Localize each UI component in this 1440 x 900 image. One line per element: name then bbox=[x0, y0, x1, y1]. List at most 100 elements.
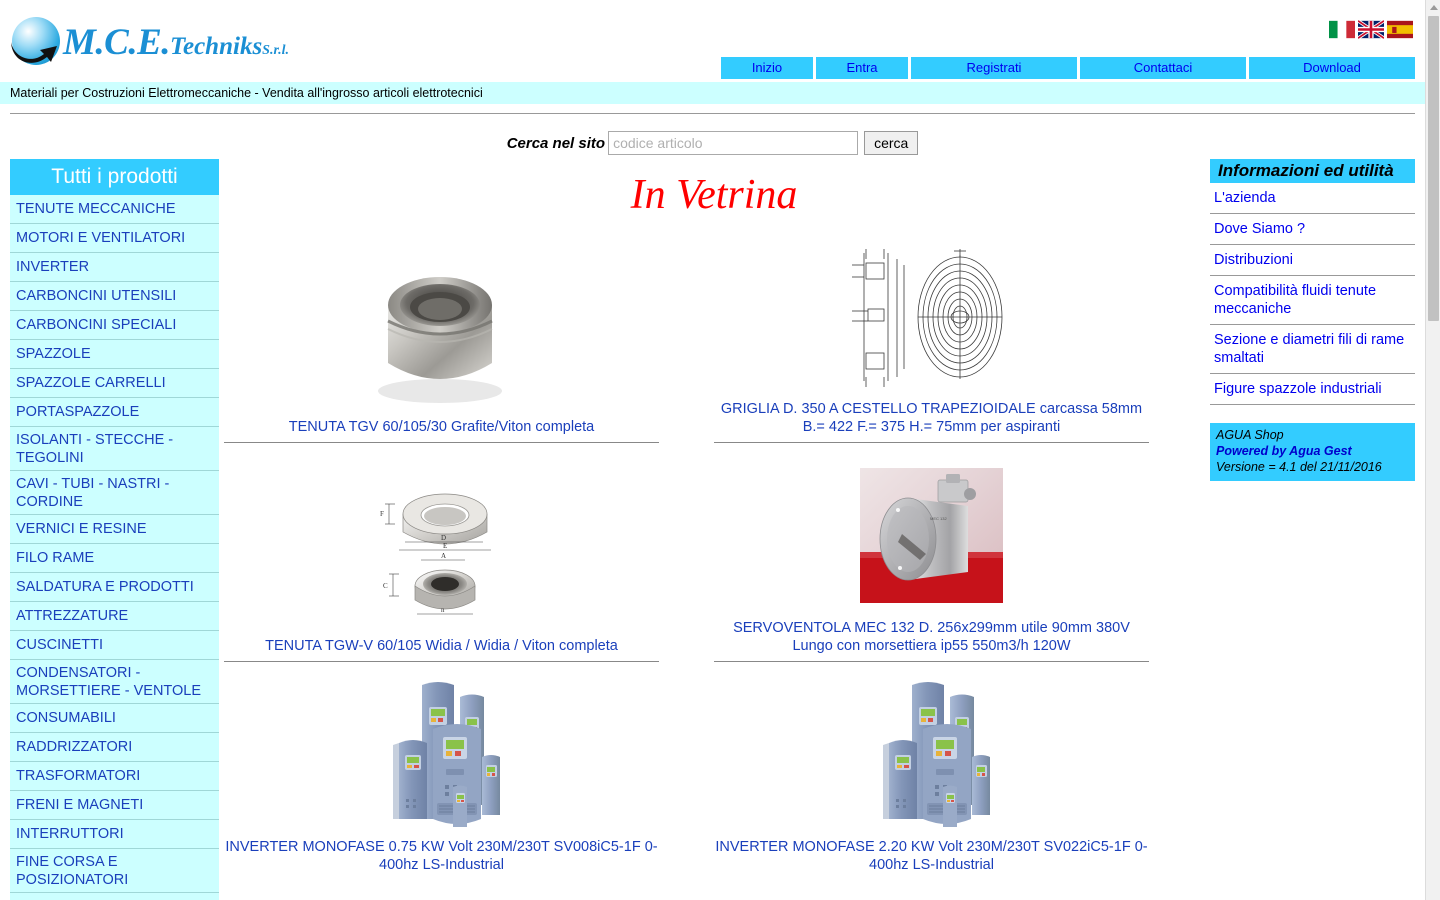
sidebar-item-spazzole-carrelli[interactable]: SPAZZOLE CARRELLI bbox=[10, 369, 219, 398]
product-caption[interactable]: TENUTA TGV 60/105/30 Grafite/Viton compl… bbox=[224, 414, 659, 436]
agua-powered-by: Powered by Agua Gest bbox=[1216, 444, 1352, 458]
sidebar-item-cuscinetti[interactable]: CUSCINETTI bbox=[10, 631, 219, 660]
product-grid: TENUTA TGV 60/105/30 Grafite/Viton compl… bbox=[224, 236, 1204, 878]
agua-version: Versione = 4.1 del 21/11/2016 bbox=[1216, 460, 1382, 474]
language-flags bbox=[1329, 20, 1413, 39]
product-card[interactable]: F D E A C n TENUTA TGW-V 60/105 Widia / … bbox=[224, 455, 659, 659]
logo-wordmark: M.C.E.TechniksS.r.l. bbox=[63, 24, 289, 61]
row-divider bbox=[224, 440, 1204, 443]
product-caption[interactable]: GRIGLIA D. 350 A CESTELLO TRAPEZIOIDALE … bbox=[714, 396, 1149, 436]
product-caption[interactable]: TENUTA TGW-V 60/105 Widia / Widia / Vito… bbox=[224, 633, 659, 655]
product-image[interactable]: MEC 132 bbox=[714, 455, 1149, 615]
svg-text:E: E bbox=[443, 542, 447, 550]
search-label: Cerca nel sito bbox=[506, 134, 606, 152]
nav-item-inizio[interactable]: Inizio bbox=[721, 57, 813, 79]
product-card[interactable]: GRIGLIA D. 350 A CESTELLO TRAPEZIOIDALE … bbox=[714, 236, 1149, 440]
product-row: INVERTER MONOFASE 0.75 KW Volt 230M/230T… bbox=[224, 674, 1204, 878]
sidebar-item-consumabili[interactable]: CONSUMABILI bbox=[10, 704, 219, 733]
main-navigation: Inizio Entra Registrati Contattaci Downl… bbox=[721, 57, 1415, 79]
sidebar-item-motori-e-ventilatori[interactable]: MOTORI E VENTILATORI bbox=[10, 224, 219, 253]
products-sidebar: Tutti i prodotti TENUTE MECCANICHE MOTOR… bbox=[10, 159, 219, 900]
nav-item-registrati[interactable]: Registrati bbox=[911, 57, 1077, 79]
sidebar-item-isolanti-stecche-tegolini[interactable]: ISOLANTI - STECCHE - TEGOLINI bbox=[10, 427, 219, 471]
svg-text:D: D bbox=[441, 534, 446, 542]
product-card[interactable]: MEC 132 SERVOVENTOLA MEC 132 D. 256x299m… bbox=[714, 455, 1149, 659]
product-image[interactable] bbox=[224, 674, 659, 834]
sidebar-item-saldatura-e-prodotti[interactable]: SALDATURA E PRODOTTI bbox=[10, 573, 219, 602]
search-bar: Cerca nel sito cerca bbox=[0, 127, 1425, 159]
agua-shop-badge: AGUA Shop Powered by Agua Gest Versione … bbox=[1210, 423, 1415, 481]
svg-text:C: C bbox=[383, 582, 388, 590]
sidebar-item-tenute-meccaniche[interactable]: TENUTE MECCANICHE bbox=[10, 195, 219, 224]
sidebar-item-raddrizzatori[interactable]: RADDRIZZATORI bbox=[10, 733, 219, 762]
product-card[interactable]: INVERTER MONOFASE 0.75 KW Volt 230M/230T… bbox=[224, 674, 659, 878]
info-item-compatibilita-fluidi[interactable]: Compatibilità fluidi tenute meccaniche bbox=[1210, 276, 1415, 325]
search-button[interactable]: cerca bbox=[864, 131, 919, 155]
sidebar-item-inverter[interactable]: INVERTER bbox=[10, 253, 219, 282]
servo-fan-photo-icon: MEC 132 bbox=[860, 467, 1003, 603]
showcase-column: In Vetrina TENUTA TGV 60/105/30 Grafite/… bbox=[224, 159, 1204, 878]
nav-item-contattaci[interactable]: Contattaci bbox=[1080, 57, 1246, 79]
product-caption[interactable]: INVERTER MONOFASE 2.20 KW Volt 230M/230T… bbox=[714, 834, 1149, 874]
info-panel-title: Informazioni ed utilità bbox=[1210, 159, 1415, 183]
sidebar-title: Tutti i prodotti bbox=[10, 159, 219, 195]
product-row: TENUTA TGV 60/105/30 Grafite/Viton compl… bbox=[224, 236, 1204, 440]
sidebar-item-quadristica-industriale[interactable]: QUADRISTICA INDUSTRIALE bbox=[10, 893, 219, 900]
inverter-family-photo-icon bbox=[392, 681, 500, 827]
sidebar-item-carboncini-utensili[interactable]: CARBONCINI UTENSILI bbox=[10, 282, 219, 311]
scroll-up-arrow-icon[interactable] bbox=[1426, 0, 1440, 15]
info-item-sezione-diametri-fili[interactable]: Sezione e diametri fili di rame smaltati bbox=[1210, 325, 1415, 374]
product-caption[interactable]: SERVOVENTOLA MEC 132 D. 256x299mm utile … bbox=[714, 615, 1149, 655]
sidebar-item-spazzole[interactable]: SPAZZOLE bbox=[10, 340, 219, 369]
sidebar-item-vernici-e-resine[interactable]: VERNICI E RESINE bbox=[10, 515, 219, 544]
info-item-distribuzioni[interactable]: Distribuzioni bbox=[1210, 245, 1415, 276]
svg-text:MEC 132: MEC 132 bbox=[930, 516, 947, 521]
product-image[interactable] bbox=[714, 674, 1149, 834]
browser-page: M.C.E.TechniksS.r.l. Inizio Entra Regist… bbox=[0, 0, 1440, 900]
search-input[interactable] bbox=[608, 131, 859, 155]
page-scrollbar[interactable] bbox=[1425, 0, 1440, 900]
mechanical-seal-photo-icon bbox=[377, 277, 502, 403]
logo-text-srl-suffix: r.l. bbox=[273, 42, 290, 58]
info-item-figure-spazzole[interactable]: Figure spazzole industriali bbox=[1210, 374, 1415, 405]
sidebar-item-cavi-tubi-nastri-cordine[interactable]: CAVI - TUBI - NASTRI - CORDINE bbox=[10, 471, 219, 515]
sidebar-item-interruttori[interactable]: INTERRUTTORI bbox=[10, 820, 219, 849]
info-item-dove-siamo[interactable]: Dove Siamo ? bbox=[1210, 214, 1415, 245]
nav-item-entra[interactable]: Entra bbox=[816, 57, 908, 79]
italy-flag-icon[interactable] bbox=[1329, 20, 1355, 39]
product-image[interactable]: F D E A C n bbox=[224, 473, 659, 633]
sidebar-item-filo-rame[interactable]: FILO RAME bbox=[10, 544, 219, 573]
mce-globe-icon bbox=[10, 16, 62, 68]
product-card[interactable]: INVERTER MONOFASE 2.20 KW Volt 230M/230T… bbox=[714, 674, 1149, 878]
fan-grille-drawing-icon bbox=[851, 249, 1002, 387]
product-card[interactable]: TENUTA TGV 60/105/30 Grafite/Viton compl… bbox=[224, 236, 659, 440]
site-tagline: Materiali per Costruzioni Elettromeccani… bbox=[0, 82, 1425, 104]
sidebar-item-portaspazzole[interactable]: PORTASPAZZOLE bbox=[10, 398, 219, 427]
uk-flag-icon[interactable] bbox=[1358, 20, 1384, 39]
product-image[interactable] bbox=[714, 236, 1149, 396]
header-divider bbox=[10, 113, 1415, 114]
spain-flag-icon[interactable] bbox=[1387, 20, 1413, 39]
product-caption[interactable]: INVERTER MONOFASE 0.75 KW Volt 230M/230T… bbox=[224, 834, 659, 874]
nav-item-download[interactable]: Download bbox=[1249, 57, 1415, 79]
scrollbar-thumb[interactable] bbox=[1428, 16, 1439, 321]
product-image[interactable] bbox=[224, 254, 659, 414]
sidebar-item-trasformatori[interactable]: TRASFORMATORI bbox=[10, 762, 219, 791]
site-logo[interactable]: M.C.E.TechniksS.r.l. bbox=[10, 14, 289, 70]
svg-text:F: F bbox=[380, 510, 384, 518]
sidebar-item-attrezzature[interactable]: ATTREZZATURE bbox=[10, 602, 219, 631]
logo-text-mce: M.C.E. bbox=[63, 21, 171, 63]
seal-technical-drawing-icon: F D E A C n bbox=[380, 493, 491, 615]
logo-text-srl: S. bbox=[262, 42, 274, 58]
inverter-family-photo-icon bbox=[882, 681, 990, 827]
sidebar-item-condensatori-morsettiere-ventole[interactable]: CONDENSATORI - MORSETTIERE - VENTOLE bbox=[10, 660, 219, 704]
agua-shop-name: AGUA Shop bbox=[1216, 428, 1284, 442]
sidebar-item-freni-e-magneti[interactable]: FRENI E MAGNETI bbox=[10, 791, 219, 820]
sidebar-item-fine-corsa-e-posizionatori[interactable]: FINE CORSA E POSIZIONATORI bbox=[10, 849, 219, 893]
sidebar-item-carboncini-speciali[interactable]: CARBONCINI SPECIALI bbox=[10, 311, 219, 340]
page-content: M.C.E.TechniksS.r.l. Inizio Entra Regist… bbox=[0, 0, 1425, 900]
info-item-lazienda[interactable]: L'azienda bbox=[1210, 183, 1415, 214]
site-header: M.C.E.TechniksS.r.l. Inizio Entra Regist… bbox=[0, 0, 1425, 82]
svg-text:n: n bbox=[441, 606, 445, 614]
info-sidebar: Informazioni ed utilità L'azienda Dove S… bbox=[1210, 159, 1415, 481]
